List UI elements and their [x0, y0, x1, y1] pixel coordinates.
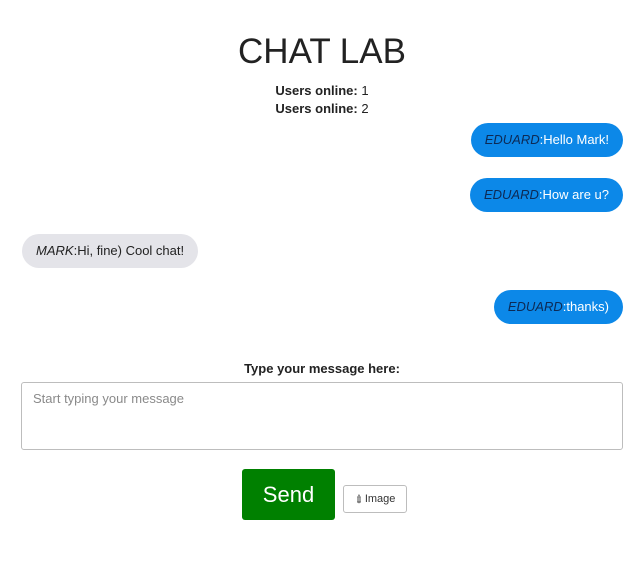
users-online-label: Users online: — [275, 101, 358, 116]
message-author: EDUARD — [483, 187, 539, 202]
composer-prompt: Type your message here: — [244, 361, 400, 376]
message-text: Hello Mark! — [543, 132, 609, 147]
message-text: How are u? — [542, 187, 609, 202]
message-bubble: EDUARD:thanks) — [493, 290, 623, 324]
message-author: MARK — [36, 243, 74, 258]
message-author: EDUARD — [507, 299, 563, 314]
users-online-count: 2 — [361, 101, 369, 116]
users-online-count: 1 — [361, 83, 369, 98]
message-bubble: EDUARD:How are u? — [469, 178, 623, 212]
users-online-line: Users online: 2 — [0, 100, 637, 117]
send-button[interactable]: Send — [242, 469, 335, 520]
message-text: Hi, fine) Cool chat! — [77, 243, 185, 258]
message-bubble: EDUARD:Hello Mark! — [470, 123, 623, 157]
message-input[interactable] — [21, 382, 623, 450]
message-bubble: MARK:Hi, fine) Cool chat! — [22, 234, 199, 268]
users-online-label: Users online: — [275, 83, 358, 98]
users-online-line: Users online: 1 — [0, 82, 637, 99]
message-text: thanks) — [566, 299, 609, 314]
attach-image-label: Image — [364, 493, 396, 505]
message-author: EDUARD — [484, 132, 540, 147]
attach-image-button[interactable]: ✐ Image — [343, 485, 407, 513]
page-title: CHAT LAB — [238, 32, 406, 71]
